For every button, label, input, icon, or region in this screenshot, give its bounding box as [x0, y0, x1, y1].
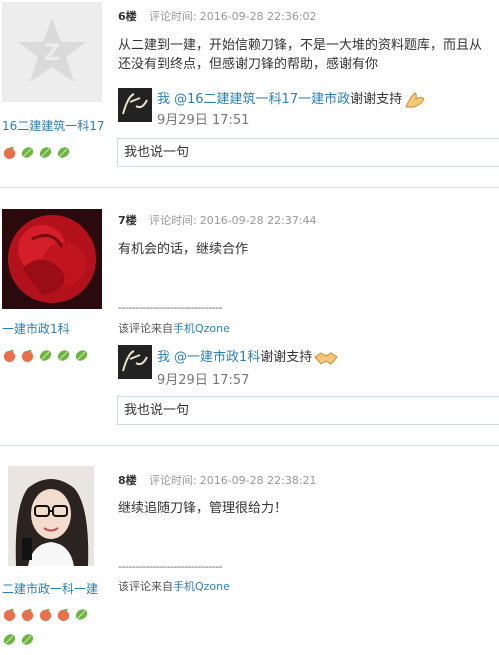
- reply-text: 我 @16二建建筑一科17一建市政谢谢支持: [157, 88, 426, 109]
- leaf-badge-icon: [21, 634, 34, 645]
- reply-avatar[interactable]: [118, 345, 152, 379]
- peach-badge-icon: [3, 608, 16, 622]
- floor-number: 8楼: [118, 474, 137, 487]
- content-line: 还没有到终点，但感谢刀锋的帮助，感谢有你: [118, 57, 379, 72]
- rose-avatar[interactable]: [2, 209, 102, 309]
- reply-at-link[interactable]: @16二建建筑一科17一建市政: [174, 92, 350, 107]
- peach-badge-icon: [57, 608, 70, 622]
- time-label: 评论时间:: [149, 10, 197, 23]
- handshake-icon: [314, 351, 339, 365]
- floor-number: 6楼: [118, 10, 137, 23]
- comment-username[interactable]: 二建市政一科一建: [2, 580, 98, 597]
- peach-badge-icon: [21, 608, 34, 622]
- content-line: 有机会的话，继续合作: [118, 242, 249, 257]
- comment-content: 有机会的话，继续合作: [118, 240, 499, 259]
- content-line: 继续追随刀锋，管理很给力！: [118, 501, 288, 516]
- reply-text: 我 @一建市政1科谢谢支持: [157, 346, 339, 367]
- leaf-badge-icon: [57, 350, 70, 361]
- source-link[interactable]: 手机Qzone: [173, 322, 230, 335]
- say-something-input[interactable]: 我也说一句: [117, 396, 499, 425]
- comment-time: 评论时间: 2016-09-28 22:37:44: [149, 212, 317, 228]
- comment-divider: [0, 445, 499, 446]
- level-badges: [2, 607, 102, 647]
- floor-number: 7楼: [118, 214, 137, 227]
- level-badges: [2, 145, 102, 164]
- comment-content: 继续追随刀锋，管理很给力！: [118, 499, 499, 518]
- time-value: 2016-09-28 22:37:44: [199, 214, 317, 227]
- reply-me-link[interactable]: 我: [157, 92, 170, 107]
- time-value: 2016-09-28 22:36:02: [199, 10, 317, 23]
- time-label: 评论时间:: [149, 474, 197, 487]
- source-prefix: 该评论来自: [118, 322, 173, 335]
- reply-avatar[interactable]: [118, 88, 152, 122]
- comment-time: 评论时间: 2016-09-28 22:36:02: [149, 8, 317, 24]
- reply-at-link[interactable]: @一建市政1科: [174, 350, 260, 365]
- reply-message: 谢谢支持: [350, 92, 403, 107]
- leaf-badge-icon: [39, 147, 52, 158]
- source-prefix: 该评论来自: [118, 580, 173, 593]
- comment-divider: [0, 187, 499, 188]
- peach-badge-icon: [39, 608, 52, 622]
- source-separator: ------------------------------: [118, 301, 223, 314]
- comment-time: 评论时间: 2016-09-28 22:38:21: [149, 472, 317, 488]
- leaf-badge-icon: [21, 147, 34, 158]
- peach-badge-icon: [3, 146, 16, 160]
- leaf-badge-icon: [75, 350, 88, 361]
- default-avatar[interactable]: Z: [2, 2, 102, 102]
- leaf-badge-icon: [39, 350, 52, 361]
- peach-badge-icon: [3, 349, 16, 363]
- say-something-input[interactable]: 我也说一句: [117, 138, 499, 167]
- content-line: 从二建到一建，开始信赖刀锋，不是一大堆的资料题库，而且从: [118, 38, 483, 53]
- comment-source: 该评论来自手机Qzone: [118, 578, 230, 594]
- leaf-badge-icon: [3, 634, 16, 645]
- reply-date: 9月29日 17:57: [157, 373, 250, 388]
- comment-source: 该评论来自手机Qzone: [118, 320, 230, 336]
- time-label: 评论时间:: [149, 214, 197, 227]
- leaf-badge-icon: [75, 609, 88, 620]
- time-value: 2016-09-28 22:38:21: [199, 474, 317, 487]
- comment-content: 从二建到一建，开始信赖刀锋，不是一大堆的资料题库，而且从 还没有到终点，但感谢刀…: [118, 36, 499, 74]
- reply-date: 9月29日 17:51: [157, 113, 250, 128]
- reply-me-link[interactable]: 我: [157, 350, 170, 365]
- source-separator: ------------------------------: [118, 560, 223, 573]
- comment-username[interactable]: 一建市政1科: [2, 320, 70, 337]
- comment-username[interactable]: 16二建建筑一科17: [2, 117, 105, 134]
- svg-text:Z: Z: [44, 41, 60, 66]
- level-badges: [2, 348, 102, 367]
- woman-avatar[interactable]: [8, 466, 94, 566]
- source-link[interactable]: 手机Qzone: [173, 580, 230, 593]
- peach-badge-icon: [21, 349, 34, 363]
- reply-message: 谢谢支持: [260, 350, 313, 365]
- ok-hand-icon: [405, 91, 425, 107]
- leaf-badge-icon: [57, 147, 70, 158]
